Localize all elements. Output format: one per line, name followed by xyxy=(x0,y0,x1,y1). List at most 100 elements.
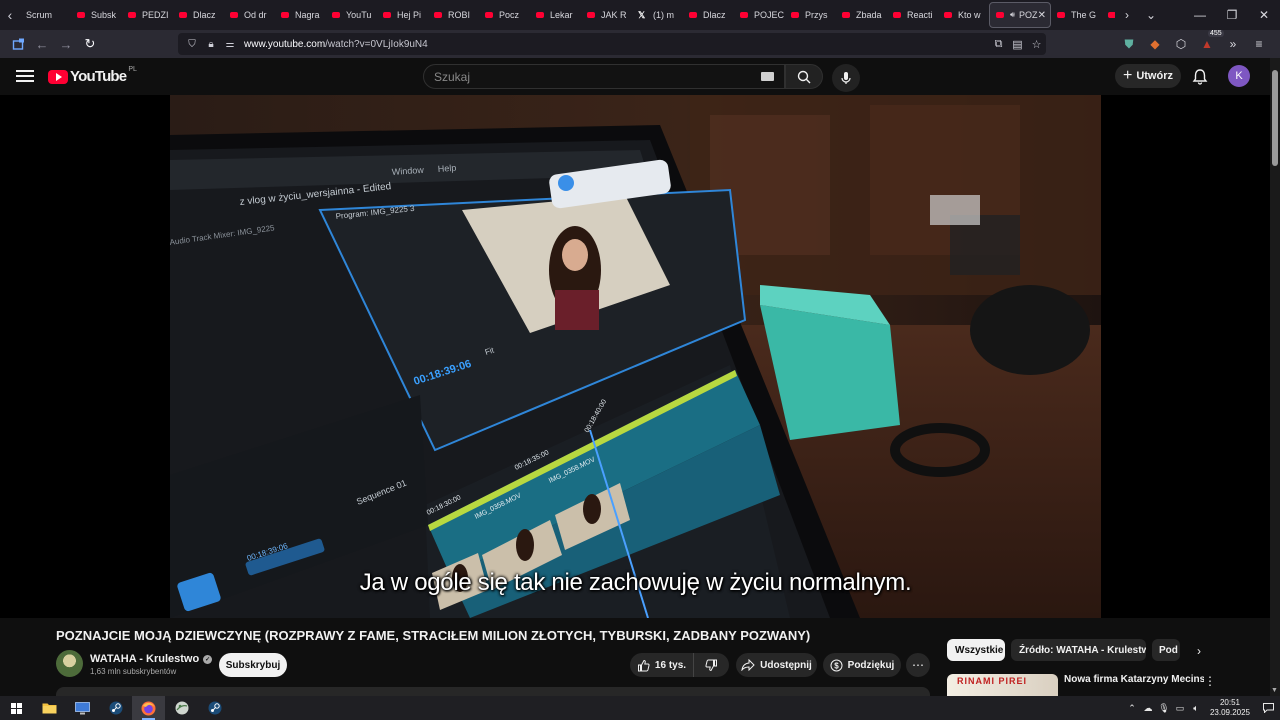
dislike-button[interactable] xyxy=(694,659,729,672)
address-bar[interactable]: ⛉ 🔒︎ ⚌ www.youtube.com/watch?v=0VLjIok9u… xyxy=(178,33,1046,55)
browser-tab-2[interactable]: PEDZI xyxy=(122,2,173,28)
channel-avatar[interactable] xyxy=(56,650,83,677)
tray-microphone-icon[interactable]: 🎙︎ xyxy=(1156,703,1172,714)
video-frame[interactable]: Window Help z vlog w życiu_wersjainna - … xyxy=(170,95,1101,618)
video-player[interactable]: Window Help z vlog w życiu_wersjainna - … xyxy=(0,95,1270,618)
browser-tab-18[interactable]: Kto w xyxy=(938,2,989,28)
tab-label: Subsk xyxy=(91,10,117,20)
scrollbar-thumb[interactable] xyxy=(1272,70,1278,166)
browser-tab-10[interactable]: Lekar xyxy=(530,2,581,28)
browser-tab-1[interactable]: Subsk xyxy=(71,2,122,28)
tabs-scroll-left-icon[interactable]: ‹ xyxy=(0,0,20,30)
bitwarden-shield-icon[interactable]: ⛊ xyxy=(1116,37,1142,52)
browser-tab-13[interactable]: Dlacz xyxy=(683,2,734,28)
account-avatar[interactable]: K xyxy=(1228,65,1250,87)
tab-label: PEDZI xyxy=(142,10,169,20)
app-menu-icon[interactable]: ≡ xyxy=(1246,37,1272,51)
youtube-favicon-icon xyxy=(434,12,442,18)
browser-tab-trailing-1[interactable] xyxy=(1102,2,1115,28)
chip-source-channel[interactable]: Źródło: WATAHA - Krulestwo xyxy=(1011,639,1146,661)
tab-label: The G xyxy=(1071,10,1097,20)
description-box[interactable] xyxy=(56,687,930,696)
tabs-scroll-right-icon[interactable]: › xyxy=(1115,8,1139,22)
taskbar-steam-a[interactable] xyxy=(99,696,132,720)
browser-tab-9[interactable]: Pocz xyxy=(479,2,530,28)
thanks-button[interactable]: $ Podziękuj xyxy=(823,653,901,677)
share-button[interactable]: Udostępnij xyxy=(736,653,817,677)
notifications-bell-icon[interactable] xyxy=(1190,67,1210,87)
guide-menu-icon[interactable] xyxy=(16,67,34,85)
extension-fox-icon[interactable]: ◆ xyxy=(1142,37,1168,51)
subscribe-button[interactable]: Subskrybuj xyxy=(219,653,287,677)
search-button[interactable] xyxy=(785,64,823,89)
reader-view-icon[interactable]: ▤ xyxy=(1008,38,1027,51)
tracking-shield-icon[interactable]: ⛉ xyxy=(184,39,200,50)
chips-next-icon[interactable]: › xyxy=(1190,642,1208,660)
notification-center-icon[interactable] xyxy=(1256,703,1280,713)
chip-related[interactable]: Pod xyxy=(1152,639,1180,661)
browser-tab-11[interactable]: JAK R xyxy=(581,2,632,28)
browser-tab-trailing-0[interactable]: The G xyxy=(1051,2,1102,28)
tray-overflow-icon[interactable]: ⌃ xyxy=(1124,703,1140,714)
close-tab-icon[interactable]: ✕ xyxy=(1038,10,1046,21)
browser-tab-15[interactable]: Przys xyxy=(785,2,836,28)
close-window-icon[interactable]: ✕ xyxy=(1248,0,1280,30)
taskbar-remote-desktop[interactable] xyxy=(66,696,99,720)
extensions-puzzle-icon[interactable]: ⬡ xyxy=(1168,37,1194,51)
browser-tab-14[interactable]: POJEC xyxy=(734,2,785,28)
browser-tab-8[interactable]: ROBI xyxy=(428,2,479,28)
scroll-down-icon[interactable]: ▼ xyxy=(1271,687,1278,694)
search-input[interactable]: Szukaj xyxy=(423,64,785,89)
recommended-title[interactable]: Nowa firma Katarzyny Mecinski xyxy=(1064,674,1204,685)
audio-playing-icon[interactable]: 🔊︎ xyxy=(1010,10,1015,20)
tab-label: JAK R xyxy=(601,10,627,20)
reload-icon[interactable]: ↻ xyxy=(78,32,102,56)
tray-network-icon[interactable]: ▭ xyxy=(1172,703,1188,714)
tab-label: Dlacz xyxy=(703,10,726,20)
browser-tab-17[interactable]: Reacti xyxy=(887,2,938,28)
lock-icon[interactable]: 🔒︎ xyxy=(203,39,219,50)
browser-tab-0[interactable]: Scrum xyxy=(20,2,71,28)
youtube-favicon-icon xyxy=(842,12,850,18)
minimize-icon[interactable]: — xyxy=(1184,0,1216,30)
picture-in-picture-icon[interactable]: ⧉ xyxy=(989,38,1008,51)
tray-cloud-icon[interactable]: ☁ xyxy=(1140,703,1156,714)
youtube-logo[interactable]: YouTube PL xyxy=(48,66,137,85)
youtube-favicon-icon xyxy=(128,12,136,18)
recommended-thumbnail[interactable]: RINAMI PIREI xyxy=(947,674,1058,696)
like-button[interactable]: 16 tys. xyxy=(630,653,694,677)
chip-all[interactable]: Wszystkie xyxy=(947,639,1005,661)
back-icon[interactable]: ← xyxy=(30,32,54,56)
list-all-tabs-icon[interactable]: ⌄ xyxy=(1139,8,1163,22)
forward-icon[interactable]: → xyxy=(54,32,78,56)
permissions-icon[interactable]: ⚌ xyxy=(222,39,238,50)
overflow-chevrons-icon[interactable]: » xyxy=(1220,37,1246,51)
ublock-icon[interactable]: ▲ 455 xyxy=(1194,30,1224,51)
tray-speaker-icon[interactable]: 🔈︎ xyxy=(1188,703,1204,714)
taskbar-clock[interactable]: 20:51 23.09.2025 xyxy=(1204,698,1256,718)
page-scrollbar[interactable]: ▼ xyxy=(1270,58,1280,696)
create-button[interactable]: + Utwórz xyxy=(1115,64,1181,88)
browser-tab-7[interactable]: Hej Pi xyxy=(377,2,428,28)
bookmark-star-icon[interactable]: ☆ xyxy=(1027,38,1046,51)
taskbar-app-globe[interactable] xyxy=(165,696,198,720)
sidebar-toggle-icon[interactable] xyxy=(6,32,30,56)
start-button[interactable] xyxy=(0,696,33,720)
url-text[interactable]: www.youtube.com/watch?v=0VLjIok9uN4 xyxy=(244,39,428,50)
more-actions-button[interactable]: ⋯ xyxy=(906,653,930,677)
browser-tab-16[interactable]: Zbada xyxy=(836,2,887,28)
voice-search-button[interactable] xyxy=(832,64,860,92)
browser-tab-6[interactable]: YouTu xyxy=(326,2,377,28)
browser-tab-3[interactable]: Dlacz xyxy=(173,2,224,28)
taskbar-file-explorer[interactable] xyxy=(33,696,66,720)
browser-tab-12[interactable]: 𝕏 (1) m xyxy=(632,2,683,28)
keyboard-icon[interactable] xyxy=(761,72,774,81)
channel-name[interactable]: WATAHA - Krulestwo ✓ xyxy=(90,653,213,665)
browser-tab-5[interactable]: Nagra xyxy=(275,2,326,28)
browser-tab-active[interactable]: 🔊︎ POZ ✕ xyxy=(989,2,1051,28)
recommended-more-icon[interactable]: ⋮ xyxy=(1204,674,1216,688)
taskbar-steam-b[interactable] xyxy=(198,696,231,720)
restore-icon[interactable]: ❐ xyxy=(1216,0,1248,30)
browser-tab-4[interactable]: Od dr xyxy=(224,2,275,28)
taskbar-firefox[interactable] xyxy=(132,696,165,720)
